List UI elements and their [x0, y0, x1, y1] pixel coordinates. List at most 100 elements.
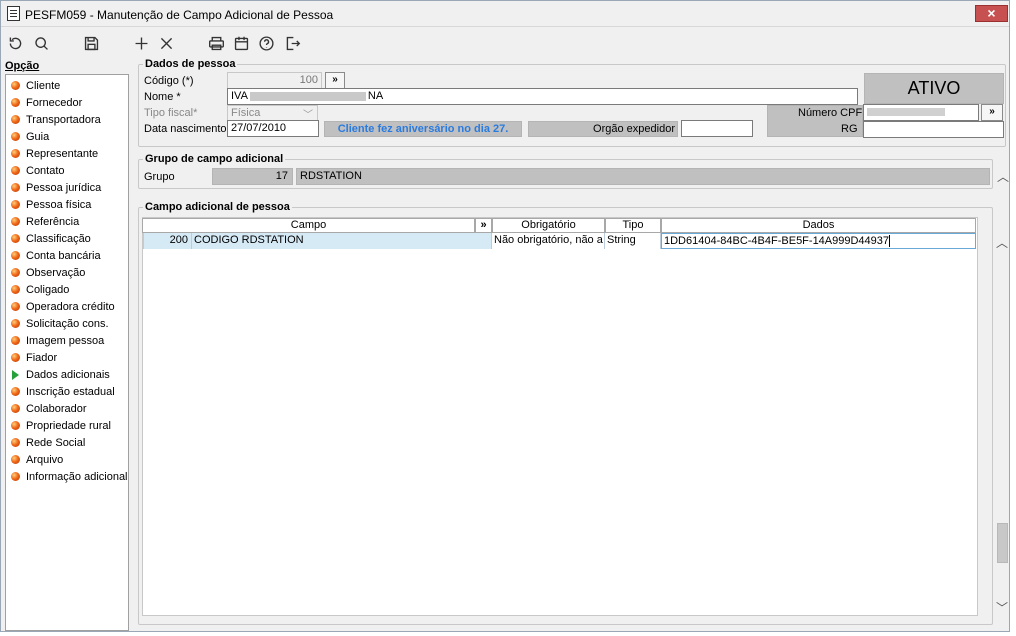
- sidebar-item-label: Inscrição estadual: [26, 385, 115, 398]
- sidebar-item-label: Contato: [26, 164, 65, 177]
- bullet-icon: [11, 98, 20, 107]
- nome-label: Nome *: [144, 91, 181, 103]
- orgao-expedidor-field[interactable]: [681, 120, 753, 137]
- nome-value-start: IVA: [231, 90, 248, 102]
- title-bar: PESFM059 - Manutenção de Campo Adicional…: [1, 1, 1009, 27]
- sidebar-item-fornecedor[interactable]: Fornecedor: [6, 94, 128, 111]
- column-header-obrigatorio[interactable]: Obrigatório: [492, 218, 605, 233]
- sidebar-item-colaborador[interactable]: Colaborador: [6, 400, 128, 417]
- sidebar-item-label: Propriedade rural: [26, 419, 111, 432]
- sidebar-item-operadora-credito[interactable]: Operadora crédito: [6, 298, 128, 315]
- sidebar-item-solicitacao-cons[interactable]: Solicitação cons.: [6, 315, 128, 332]
- sidebar-item-observacao[interactable]: Observação: [6, 264, 128, 281]
- bullet-icon: [11, 149, 20, 158]
- sidebar-item-label: Cliente: [26, 79, 61, 92]
- sidebar-item-transportadora[interactable]: Transportadora: [6, 111, 128, 128]
- sidebar-item-inscricao-estadual[interactable]: Inscrição estadual: [6, 383, 128, 400]
- sidebar-item-pessoa-fisica[interactable]: Pessoa física: [6, 196, 128, 213]
- redacted-block: [249, 91, 366, 101]
- bullet-icon: [11, 166, 20, 175]
- toolbar: [1, 29, 1009, 57]
- cpf-field[interactable]: [863, 104, 979, 121]
- row-dados-value: 1DD61404-84BC-4B4F-BE5F-14A999D44937: [664, 235, 890, 247]
- codigo-label: Código (*): [144, 75, 194, 87]
- save-icon[interactable]: [81, 33, 101, 53]
- sidebar-item-arquivo[interactable]: Arquivo: [6, 451, 128, 468]
- sidebar-item-label: Arquivo: [26, 453, 64, 466]
- cpf-lookup-button[interactable]: »: [981, 104, 1003, 121]
- sidebar-item-label: Solicitação cons.: [26, 317, 109, 330]
- exit-icon[interactable]: [282, 33, 302, 53]
- sidebar-item-fiador[interactable]: Fiador: [6, 349, 128, 366]
- sidebar-item-coligado[interactable]: Coligado: [6, 281, 128, 298]
- bullet-icon: [11, 387, 20, 396]
- redacted-block: [867, 108, 945, 117]
- codigo-field[interactable]: 100: [227, 72, 322, 89]
- chevron-down-icon[interactable]: ﹀: [995, 601, 1009, 615]
- group-title: Dados de pessoa: [143, 58, 238, 70]
- sidebar-item-dados-adicionais[interactable]: Dados adicionais: [6, 366, 128, 383]
- help-icon[interactable]: [256, 33, 276, 53]
- sidebar-item-classificacao[interactable]: Classificação: [6, 230, 128, 247]
- add-icon[interactable]: [131, 33, 151, 53]
- refresh-icon[interactable]: [5, 33, 25, 53]
- bullet-icon: [11, 353, 20, 362]
- row-tipo: String: [605, 233, 661, 249]
- main-window: PESFM059 - Manutenção de Campo Adicional…: [0, 0, 1010, 632]
- print-icon[interactable]: [206, 33, 226, 53]
- bullet-icon: [11, 217, 20, 226]
- options-sidebar: Opção Cliente Fornecedor Transportadora Gui…: [3, 59, 129, 633]
- sidebar-item-referencia[interactable]: Referência: [6, 213, 128, 230]
- data-nascimento-field[interactable]: 27/07/2010: [227, 120, 319, 137]
- codigo-lookup-button[interactable]: »: [325, 72, 345, 89]
- rg-label: RG: [841, 123, 858, 135]
- close-button[interactable]: ×: [975, 5, 1008, 22]
- bullet-icon: [11, 251, 20, 260]
- row-dados-input[interactable]: 1DD61404-84BC-4B4F-BE5F-14A999D44937: [661, 233, 976, 249]
- sidebar-item-contato[interactable]: Contato: [6, 162, 128, 179]
- bullet-icon: [11, 404, 20, 413]
- sidebar-item-representante[interactable]: Representante: [6, 145, 128, 162]
- sidebar-item-pessoa-juridica[interactable]: Pessoa jurídica: [6, 179, 128, 196]
- data-nascimento-label: Data nascimento: [144, 123, 227, 135]
- nome-field[interactable]: IVA NA: [227, 88, 858, 105]
- status-badge: ATIVO: [864, 73, 1004, 104]
- orgao-expedidor-label: Orgão expedidor: [528, 121, 678, 137]
- bullet-icon: [11, 268, 20, 277]
- sidebar-item-rede-social[interactable]: Rede Social: [6, 434, 128, 451]
- bullet-icon: [11, 81, 20, 90]
- sidebar-item-label: Observação: [26, 266, 86, 279]
- scrollbar-thumb[interactable]: [997, 523, 1008, 563]
- sidebar-item-label: Representante: [26, 147, 99, 160]
- column-header-tipo[interactable]: Tipo: [605, 218, 661, 233]
- bullet-icon: [11, 115, 20, 124]
- sidebar-item-label: Classificação: [26, 232, 91, 245]
- sidebar-item-label: Informação adicional: [26, 470, 128, 483]
- sidebar-item-label: Guia: [26, 130, 50, 143]
- sidebar-item-informacao-adicional[interactable]: Informação adicional: [6, 468, 128, 485]
- column-header-dados[interactable]: Dados: [661, 218, 976, 233]
- options-list: Cliente Fornecedor Transportadora Guia Repre…: [5, 74, 129, 631]
- sidebar-item-guia[interactable]: Guia: [6, 128, 128, 145]
- column-header-campo[interactable]: Campo: [142, 218, 475, 233]
- aniversario-message: Cliente fez aniversário no dia 27.: [324, 121, 522, 137]
- row-obrigatorio: Não obrigatório, não a: [492, 233, 605, 249]
- sidebar-item-imagem-pessoa[interactable]: Imagem pessoa: [6, 332, 128, 349]
- expand-columns-button[interactable]: »: [475, 218, 492, 233]
- rg-field[interactable]: [863, 121, 1004, 138]
- cpf-label: Número CPF: [798, 107, 863, 119]
- sidebar-item-label: Conta bancária: [26, 249, 101, 262]
- sidebar-item-label: Dados adicionais: [26, 368, 110, 381]
- grupo-label: Grupo: [144, 171, 175, 183]
- chevron-up-icon[interactable]: ︿: [996, 170, 1010, 184]
- sidebar-item-label: Colaborador: [26, 402, 87, 415]
- sidebar-item-cliente[interactable]: Cliente: [6, 77, 128, 94]
- sidebar-heading: Opção: [5, 60, 40, 72]
- sidebar-item-propriedade-rural[interactable]: Propriedade rural: [6, 417, 128, 434]
- sidebar-item-conta-bancaria[interactable]: Conta bancária: [6, 247, 128, 264]
- search-icon[interactable]: [31, 33, 51, 53]
- chevron-up-icon[interactable]: ︿: [995, 236, 1009, 250]
- calendar-icon[interactable]: [231, 33, 251, 53]
- grupo-code-field[interactable]: 17: [212, 168, 293, 185]
- delete-icon[interactable]: [156, 33, 176, 53]
